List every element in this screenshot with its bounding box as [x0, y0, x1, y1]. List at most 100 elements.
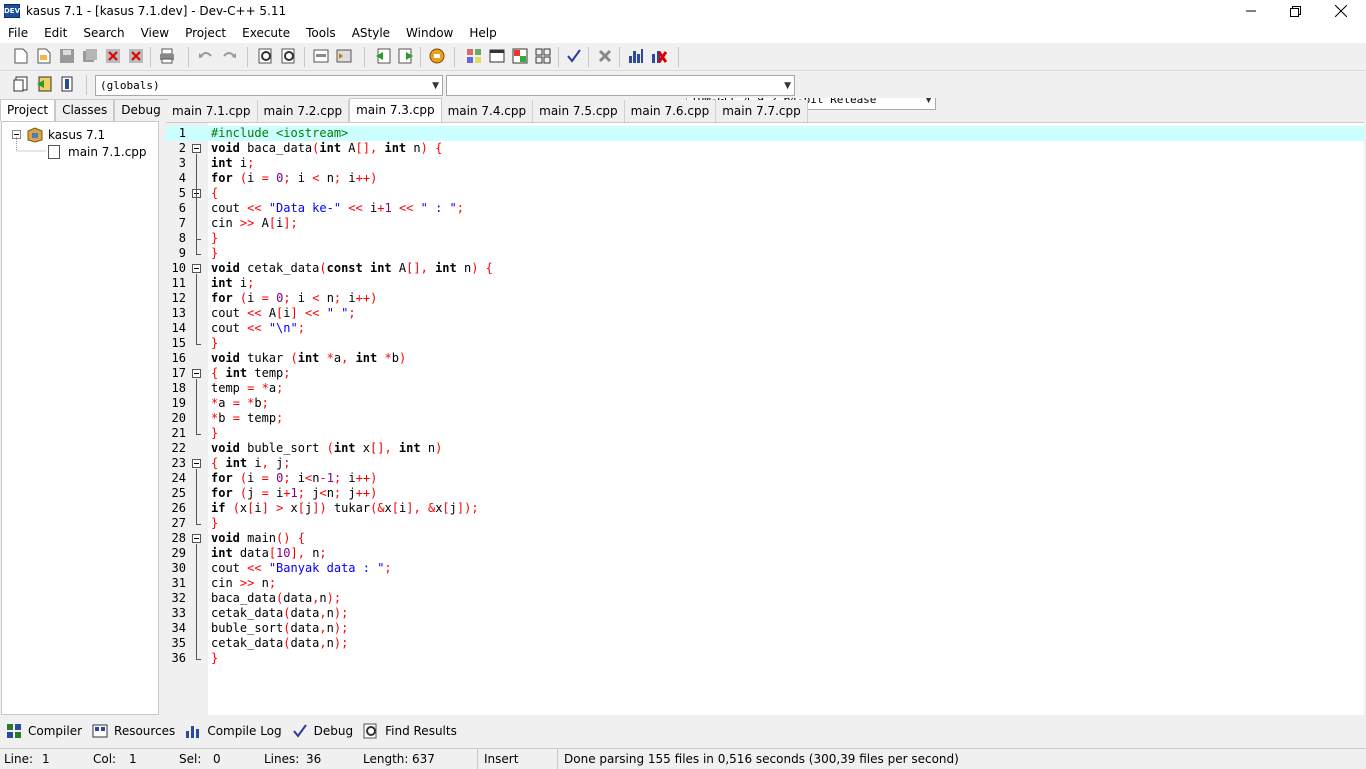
code-line[interactable]: 30 cout << "Banyak data : ";	[166, 561, 1364, 576]
menu-project[interactable]: Project	[177, 26, 234, 40]
run-button[interactable]	[488, 47, 506, 65]
project-options-button[interactable]	[428, 47, 446, 65]
tree-file-node[interactable]: main 7.1.cpp	[48, 145, 147, 159]
code-line[interactable]: 6 cout << "Data ke-" << i+1 << " : ";	[166, 201, 1364, 216]
open-file-button[interactable]	[35, 47, 53, 65]
tab-compile-log[interactable]: Compile Log	[185, 723, 282, 739]
tab-find-results[interactable]: Find Results	[363, 723, 457, 739]
save-all-button[interactable]	[81, 47, 99, 65]
code-line[interactable]: 33 cetak_data(data,n);	[166, 606, 1364, 621]
code-line[interactable]: 1 #include <iostream>	[166, 126, 1364, 141]
code-line[interactable]: 7 cin >> A[i];	[166, 216, 1364, 231]
code-line[interactable]: 28 void main() {	[166, 531, 1364, 546]
fold-toggle-icon[interactable]	[192, 144, 201, 153]
tab-resources[interactable]: Resources	[92, 723, 175, 739]
menu-execute[interactable]: Execute	[234, 26, 298, 40]
code-line[interactable]: 24 for (i = 0; i<n-1; i++)	[166, 471, 1364, 486]
menu-search[interactable]: Search	[75, 26, 132, 40]
code-line[interactable]: 22 void buble_sort (int x[], int n)	[166, 441, 1364, 456]
compile-run-button[interactable]	[511, 47, 529, 65]
code-line[interactable]: 26 if (x[i] > x[j]) tukar(&x[i], &x[j]);	[166, 501, 1364, 516]
code-line[interactable]: 14 cout << "\n";	[166, 321, 1364, 336]
code-editor[interactable]: 1 #include <iostream> 2 void baca_data(int …	[166, 122, 1364, 716]
new-file-button[interactable]	[12, 47, 30, 65]
code-line[interactable]: 3 int i;	[166, 156, 1364, 171]
syntax-check-button[interactable]	[565, 47, 583, 65]
code-line[interactable]: 19 *a = *b;	[166, 396, 1364, 411]
tab-project[interactable]: Project	[0, 99, 56, 121]
code-line[interactable]: 34 buble_sort(data,n);	[166, 621, 1364, 636]
tab-main-7-5[interactable]: main 7.5.cpp	[533, 100, 625, 122]
remove-from-project-button[interactable]	[397, 47, 415, 65]
close-all-button[interactable]	[127, 47, 145, 65]
code-line[interactable]: 13 cout << A[i] << " ";	[166, 306, 1364, 321]
code-line[interactable]: 20 *b = temp;	[166, 411, 1364, 426]
replace-button[interactable]	[280, 47, 298, 65]
code-line[interactable]: 25 for (j = i+1; j<n; j++)	[166, 486, 1364, 501]
code-line[interactable]: 4 for (i = 0; i < n; i++)	[166, 171, 1364, 186]
menu-help[interactable]: Help	[461, 26, 504, 40]
tab-main-7-7[interactable]: main 7.7.cpp	[716, 100, 808, 122]
tab-debug-bottom[interactable]: Debug	[292, 723, 353, 739]
goto-declaration-button[interactable]	[35, 75, 53, 93]
member-select[interactable]: ▼	[446, 75, 795, 96]
code-line[interactable]: 23 { int i, j;	[166, 456, 1364, 471]
delete-profile-button[interactable]	[650, 47, 668, 65]
fold-toggle-icon[interactable]	[192, 369, 201, 378]
stop-execution-button[interactable]	[596, 47, 614, 65]
code-line[interactable]: 8}	[166, 231, 1364, 246]
tab-classes[interactable]: Classes	[55, 99, 115, 121]
menu-tools[interactable]: Tools	[298, 26, 344, 40]
code-line[interactable]: 32 baca_data(data,n);	[166, 591, 1364, 606]
close-button[interactable]	[1318, 0, 1364, 22]
close-file-button[interactable]	[104, 47, 122, 65]
insert-button[interactable]	[58, 75, 76, 93]
tab-main-7-1[interactable]: main 7.1.cpp	[166, 100, 258, 122]
add-to-project-button[interactable]	[374, 47, 392, 65]
fold-toggle-icon[interactable]	[192, 534, 201, 543]
code-line[interactable]: 11 int i;	[166, 276, 1364, 291]
code-line[interactable]: 27}	[166, 516, 1364, 531]
fold-toggle-icon[interactable]	[192, 264, 201, 273]
tab-main-7-3[interactable]: main 7.3.cpp	[349, 98, 442, 122]
compile-button[interactable]	[465, 47, 483, 65]
menu-edit[interactable]: Edit	[36, 26, 75, 40]
code-line[interactable]: 31 cin >> n;	[166, 576, 1364, 591]
undo-button[interactable]	[197, 47, 215, 65]
code-line[interactable]: 5{	[166, 186, 1364, 201]
code-line[interactable]: 16 void tukar (int *a, int *b)	[166, 351, 1364, 366]
code-line[interactable]: 29 int data[10], n;	[166, 546, 1364, 561]
save-button[interactable]	[58, 47, 76, 65]
goto-line-button[interactable]	[312, 47, 330, 65]
tab-main-7-2[interactable]: main 7.2.cpp	[257, 100, 350, 122]
redo-button[interactable]	[220, 47, 238, 65]
code-line[interactable]: 18 temp = *a;	[166, 381, 1364, 396]
code-line[interactable]: 21}	[166, 426, 1364, 441]
print-button[interactable]	[158, 47, 176, 65]
tab-main-7-6[interactable]: main 7.6.cpp	[624, 100, 717, 122]
scope-select[interactable]: (globals) ▼	[95, 75, 443, 96]
code-line[interactable]: 12 for (i = 0; i < n; i++)	[166, 291, 1364, 306]
minimize-button[interactable]	[1228, 0, 1274, 22]
maximize-button[interactable]	[1272, 0, 1318, 22]
tab-compiler[interactable]: Compiler	[6, 723, 82, 739]
menu-view[interactable]: View	[133, 26, 177, 40]
menu-file[interactable]: File	[0, 26, 36, 40]
code-line[interactable]: 17 { int temp;	[166, 366, 1364, 381]
code-line[interactable]: 15}	[166, 336, 1364, 351]
tab-main-7-4[interactable]: main 7.4.cpp	[441, 100, 534, 122]
code-line[interactable]: 36}	[166, 651, 1364, 666]
code-line[interactable]: 9}	[166, 246, 1364, 261]
rebuild-all-button[interactable]	[534, 47, 552, 65]
code-line[interactable]: 2 void baca_data(int A[], int n) {	[166, 141, 1364, 156]
code-line[interactable]: 35 cetak_data(data,n);	[166, 636, 1364, 651]
indent-button[interactable]	[335, 47, 353, 65]
code-line[interactable]: 10 void cetak_data(const int A[], int n) …	[166, 261, 1364, 276]
find-button[interactable]	[257, 47, 275, 65]
profile-button[interactable]	[627, 47, 645, 65]
tab-debug[interactable]: Debug	[114, 99, 168, 121]
fold-toggle-icon[interactable]	[192, 459, 201, 468]
class-browser-button[interactable]	[12, 75, 30, 93]
menu-astyle[interactable]: AStyle	[344, 26, 398, 40]
menu-window[interactable]: Window	[398, 26, 461, 40]
